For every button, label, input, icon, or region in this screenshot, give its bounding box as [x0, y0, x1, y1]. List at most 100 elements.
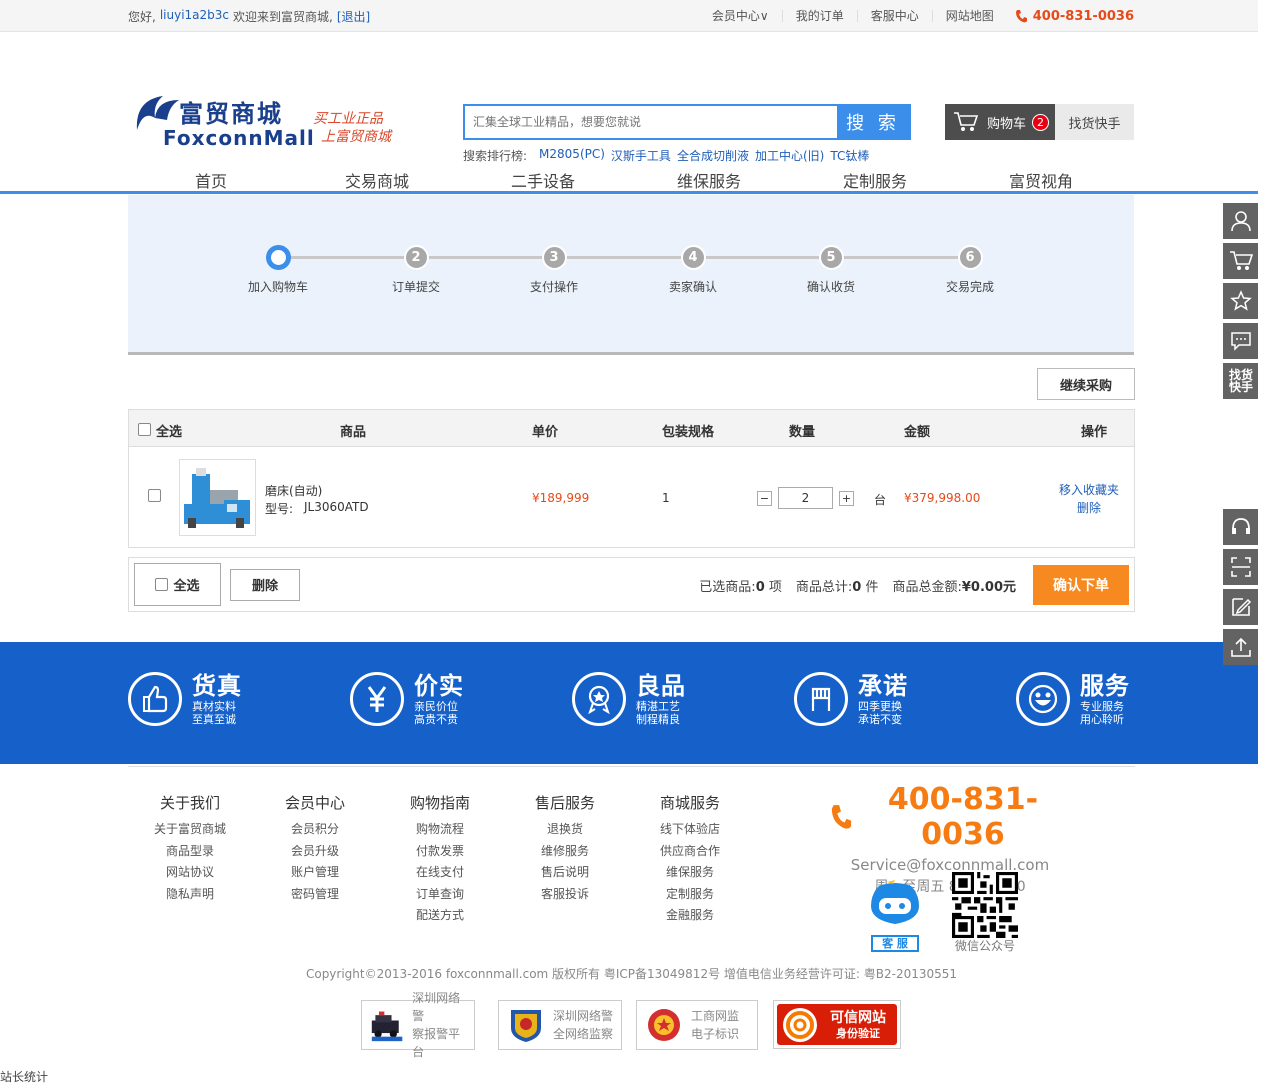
- user-icon[interactable]: [1223, 203, 1259, 239]
- search-box: 搜 索: [463, 104, 911, 140]
- nav-maintenance[interactable]: 维保服务: [677, 168, 741, 192]
- move-to-favorites-link[interactable]: 移入收藏夹: [1059, 481, 1119, 499]
- phone-icon: [831, 805, 852, 829]
- step-label: 确认收货: [806, 280, 855, 294]
- increase-qty-button[interactable]: +: [839, 490, 854, 506]
- continue-shopping-button[interactable]: 继续采购: [1037, 368, 1135, 400]
- logo-cn: 富贸商城: [179, 99, 283, 128]
- nav-mall[interactable]: 交易商城: [345, 168, 409, 192]
- police-badge-1[interactable]: 深圳网络警 察报警平台: [361, 991, 475, 1059]
- nav-home[interactable]: 首页: [195, 168, 227, 192]
- footer-link[interactable]: 退换货: [510, 819, 620, 841]
- footer-link[interactable]: 隐私声明: [135, 884, 245, 906]
- footer-link[interactable]: 定制服务: [635, 884, 745, 906]
- delete-item-link[interactable]: 删除: [1059, 499, 1119, 517]
- promise-item: 货真 真材实料 至真至诚: [128, 672, 242, 726]
- footer-col-title: 会员中心: [284, 794, 345, 812]
- member-center-link[interactable]: 会员中心∨: [699, 10, 783, 22]
- grinder-machine-image: [184, 468, 250, 528]
- promise-title: 价实: [414, 672, 464, 700]
- footer-phone-number: 400-831-0036: [887, 782, 1039, 852]
- logout-link[interactable]: [退出]: [337, 8, 370, 25]
- my-orders-link[interactable]: 我的订单: [783, 10, 858, 22]
- headset-icon[interactable]: [1223, 509, 1259, 545]
- footer-link[interactable]: 商品型录: [135, 841, 245, 863]
- row-checkbox[interactable]: [148, 489, 161, 502]
- sitemap-link[interactable]: 网站地图: [933, 10, 1007, 22]
- cart-table: 全选 商品 单价 包装规格 数量 金额 操作 磨床(自动) 型号: JL3060…: [128, 409, 1135, 548]
- select-all-checkbox[interactable]: [138, 423, 151, 436]
- footer-link[interactable]: 在线支付: [385, 862, 495, 884]
- select-all-bottom[interactable]: 全选: [134, 563, 221, 606]
- select-all-bottom-checkbox[interactable]: [155, 578, 169, 591]
- decrease-qty-button[interactable]: −: [757, 490, 772, 506]
- cart-icon[interactable]: [1223, 243, 1259, 279]
- footer-email[interactable]: Service@foxconnmall.com: [830, 856, 1070, 874]
- footer-link[interactable]: 维修服务: [510, 841, 620, 863]
- police-shield-icon: [511, 1010, 541, 1042]
- quantity-input[interactable]: 2: [778, 487, 833, 509]
- find-goods-button[interactable]: 找货快手: [1055, 104, 1134, 140]
- footer-link[interactable]: 会员升级: [260, 841, 370, 863]
- service-center-link[interactable]: 客服中心: [858, 10, 933, 22]
- table-header: 全选 商品 单价 包装规格 数量 金额 操作: [129, 410, 1134, 447]
- site-logo[interactable]: 富贸商城 FoxconnMall 买工业正品 上富贸商城: [133, 90, 393, 152]
- star-icon[interactable]: [1223, 283, 1259, 319]
- header: 富贸商城 FoxconnMall 买工业正品 上富贸商城 搜 索 搜索排行榜: …: [0, 32, 1263, 163]
- footer-link[interactable]: 金融服务: [635, 905, 745, 927]
- trusted-site-badge[interactable]: 可信网站 身份验证: [773, 1000, 901, 1049]
- footer-link[interactable]: 配送方式: [385, 905, 495, 927]
- upload-icon[interactable]: [1223, 629, 1259, 665]
- quantity-stepper: − 2 +: [757, 487, 854, 509]
- product-name[interactable]: 磨床(自动): [265, 482, 322, 499]
- confirm-order-button[interactable]: 确认下单: [1033, 565, 1129, 605]
- nav-perspective[interactable]: 富贸视角: [1009, 168, 1073, 192]
- footer-link[interactable]: 账户管理: [260, 862, 370, 884]
- badge-line: 深圳网络警: [412, 991, 461, 1023]
- edit-icon[interactable]: [1223, 589, 1259, 625]
- step-dot: [265, 245, 291, 270]
- cart-button[interactable]: 购物车 2: [945, 104, 1055, 140]
- footer-phone: 400-831-0036: [830, 782, 1070, 852]
- footer-link[interactable]: 售后说明: [510, 862, 620, 884]
- badge-line: 全网络监察: [553, 1027, 614, 1041]
- right-toolbar-bottom: [1223, 509, 1259, 669]
- username-link[interactable]: liuyi1a2b3c: [160, 8, 229, 25]
- footer-link[interactable]: 会员积分: [260, 819, 370, 841]
- footer-link[interactable]: 密码管理: [260, 884, 370, 906]
- footer-link[interactable]: 客服投诉: [510, 884, 620, 906]
- customer-service-robot[interactable]: 客 服: [865, 880, 925, 952]
- footer-link[interactable]: 网站协议: [135, 862, 245, 884]
- scan-icon[interactable]: [1223, 549, 1259, 585]
- batch-delete-button[interactable]: 删除: [230, 568, 300, 601]
- hand-icon: [794, 672, 848, 726]
- footer-link[interactable]: 订单查询: [385, 884, 495, 906]
- site-stat-link[interactable]: 站长统计: [0, 1068, 48, 1084]
- promise-line: 至真至诚: [192, 713, 236, 726]
- footer-link[interactable]: 线下体验店: [635, 819, 745, 841]
- step-5: 5 确认收货: [781, 245, 881, 295]
- footer-link[interactable]: 维保服务: [635, 862, 745, 884]
- footer-link[interactable]: 关于富贸商城: [135, 819, 245, 841]
- footer-link[interactable]: 供应商合作: [635, 841, 745, 863]
- table-row: 磨床(自动) 型号: JL3060ATD ¥189,999 1 − 2 + 台 …: [129, 447, 1134, 547]
- logo-en: FoxconnMall: [163, 126, 315, 150]
- footer-col-guide: 购物指南 购物流程 付款发票 在线支付 订单查询 配送方式: [385, 792, 495, 927]
- message-icon[interactable]: [1223, 323, 1259, 359]
- find-goods-sidebar-button[interactable]: 找货 快手: [1223, 363, 1259, 399]
- search-button[interactable]: 搜 索: [837, 106, 909, 138]
- promise-title: 承诺: [858, 672, 908, 700]
- nav-custom[interactable]: 定制服务: [843, 168, 907, 192]
- footer-service: 400-831-0036 Service@foxconnmall.com 周一至…: [830, 782, 1070, 896]
- header-package: 包装规格: [662, 425, 715, 440]
- search-input[interactable]: [465, 106, 837, 138]
- step-label: 交易完成: [945, 280, 994, 294]
- nav-used-equipment[interactable]: 二手设备: [511, 168, 575, 192]
- footer-link[interactable]: 付款发票: [385, 841, 495, 863]
- footer-link[interactable]: 购物流程: [385, 819, 495, 841]
- step-label: 加入购物车: [247, 280, 308, 294]
- police-badge-2[interactable]: 深圳网络警 全网络监察: [498, 1000, 622, 1050]
- product-thumbnail[interactable]: [179, 459, 256, 536]
- business-badge[interactable]: 工商网监 电子标识: [636, 1000, 758, 1050]
- footer-col-title: 售后服务: [534, 794, 595, 812]
